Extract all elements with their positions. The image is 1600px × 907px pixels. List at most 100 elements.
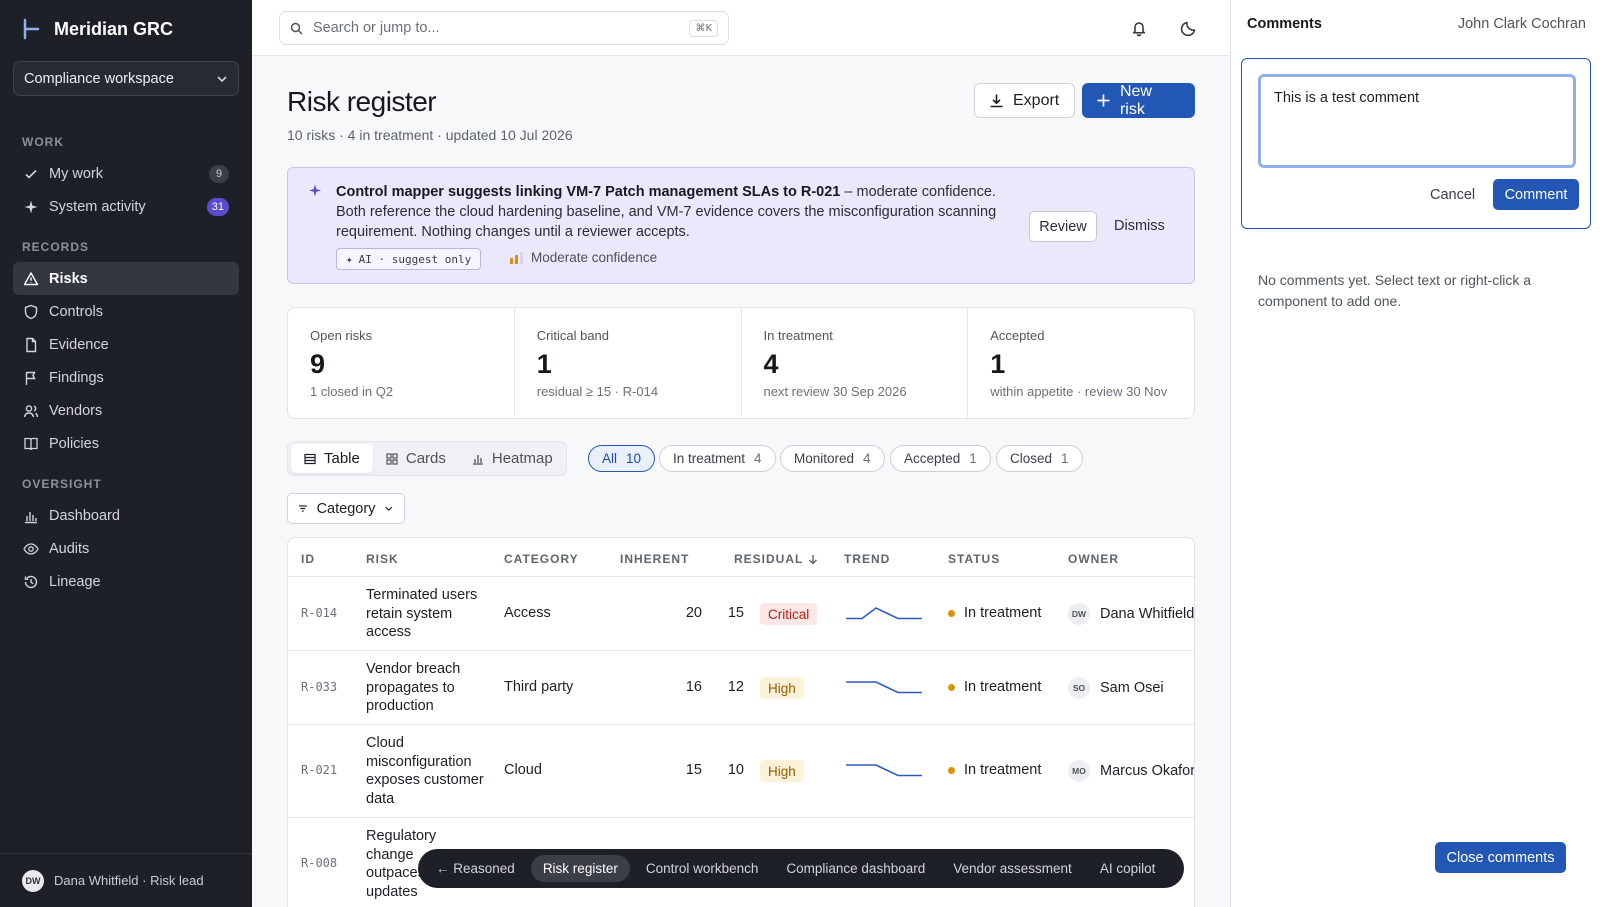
column-header-inherent[interactable]: INHERENT: [620, 552, 689, 566]
nav-vendor-assessment[interactable]: Vendor assessment: [941, 855, 1084, 882]
filter-monitored[interactable]: Monitored 4: [780, 445, 885, 472]
column-header-id[interactable]: ID: [301, 552, 315, 566]
sidebar-item-audits[interactable]: Audits: [13, 532, 239, 565]
table-row[interactable]: R-021 Cloud misconfiguration exposes cus…: [288, 724, 1194, 817]
status-indicator: In treatment: [948, 762, 1041, 778]
sidebar-item-policies[interactable]: Policies: [13, 427, 239, 460]
sidebar-item-controls[interactable]: Controls: [13, 295, 239, 328]
owner-name: Sam Osei: [1100, 680, 1164, 696]
view-switcher: Table Cards Heatmap: [287, 441, 567, 476]
filter-closed[interactable]: Closed 1: [996, 445, 1083, 472]
bell-icon[interactable]: [1130, 19, 1148, 37]
prototype-nav: ← Reasoned Risk register Control workben…: [418, 849, 1184, 888]
category-filter-label: Category: [316, 500, 376, 517]
export-button[interactable]: Export: [974, 83, 1075, 118]
owner: DW Dana Whitfield: [1068, 603, 1194, 625]
app-brand[interactable]: Meridian GRC: [22, 18, 173, 40]
download-icon: [990, 94, 1003, 108]
sidebar-item-findings[interactable]: Findings: [13, 361, 239, 394]
band-badge: High: [760, 760, 804, 782]
sidebar-item-label: My work: [49, 165, 103, 182]
trend-sparkline: [846, 764, 922, 777]
sidebar-item-system-activity[interactable]: System activity 31: [13, 190, 239, 223]
signal-bars-icon: [510, 251, 523, 264]
residual-score: 15: [727, 605, 744, 621]
column-header-status[interactable]: STATUS: [948, 552, 1000, 566]
filter-label: Accepted: [904, 451, 961, 466]
sparkle-icon: [309, 184, 321, 197]
risk-id: R-014: [301, 606, 338, 620]
current-user[interactable]: DW Dana Whitfield · Risk lead: [0, 853, 252, 907]
sidebar-item-dashboard[interactable]: Dashboard: [13, 499, 239, 532]
filter-accepted[interactable]: Accepted 1: [890, 445, 991, 472]
status-dot: [948, 609, 955, 617]
dismiss-button[interactable]: Dismiss: [1114, 218, 1165, 234]
nav-compliance-dashboard[interactable]: Compliance dashboard: [774, 855, 937, 882]
sparkle-icon: ✦: [346, 252, 353, 266]
stat-value: 1: [536, 349, 552, 379]
category-filter-button[interactable]: Category: [287, 493, 405, 524]
column-header-owner[interactable]: OWNER: [1068, 552, 1119, 566]
tab-cards[interactable]: Cards: [373, 444, 459, 473]
ai-headline-suffix: – moderate confidence.: [840, 184, 996, 200]
sidebar-item-risks[interactable]: Risks: [13, 262, 239, 295]
grid-icon: [386, 452, 398, 465]
chevron-down-icon: [385, 506, 393, 512]
comment-submit-button[interactable]: Comment: [1493, 179, 1579, 210]
tab-table[interactable]: Table: [291, 444, 373, 473]
nav-control-workbench[interactable]: Control workbench: [634, 855, 771, 882]
comment-textarea[interactable]: This is a test comment: [1258, 74, 1576, 168]
nav-back[interactable]: ← Reasoned: [424, 855, 527, 882]
avatar: DW: [1068, 603, 1090, 625]
owner: SO Sam Osei: [1068, 677, 1164, 699]
count-badge: 9: [209, 164, 229, 183]
status-dot: [948, 766, 955, 774]
risk-id: R-033: [301, 680, 338, 694]
review-button[interactable]: Review: [1029, 211, 1097, 242]
column-header-category[interactable]: CATEGORY: [504, 552, 579, 566]
sidebar-item-lineage[interactable]: Lineage: [13, 565, 239, 598]
bar-chart-icon: [472, 454, 483, 465]
risk-id: R-021: [301, 763, 338, 777]
new-risk-button[interactable]: New risk: [1082, 83, 1195, 118]
export-label: Export: [1013, 91, 1060, 109]
filter-count: 4: [754, 451, 762, 466]
eye-icon: [23, 542, 39, 555]
column-header-risk[interactable]: RISK: [366, 552, 399, 566]
stat-accepted: Accepted 1 within appetite · review 30 N…: [968, 308, 1194, 418]
filter-all[interactable]: All 10: [588, 445, 656, 472]
column-header-residual[interactable]: RESIDUAL: [734, 552, 818, 566]
nav-risk-register[interactable]: Risk register: [530, 855, 630, 882]
nav-ai-copilot[interactable]: AI copilot: [1088, 855, 1168, 882]
users-icon: [23, 404, 39, 417]
filter-in-treatment[interactable]: In treatment 4: [659, 445, 776, 472]
section-records: RECORDS: [22, 240, 90, 254]
trend-sparkline: [846, 681, 922, 694]
band-badge: Critical: [760, 603, 818, 625]
sidebar-item-my-work[interactable]: My work 9: [13, 157, 239, 190]
check-icon: [25, 169, 37, 179]
close-comments-button[interactable]: Close comments: [1435, 842, 1566, 873]
tab-label: Table: [324, 450, 360, 467]
comment-author: John Clark Cochran: [1457, 16, 1586, 32]
ai-suggestion-banner: Control mapper suggests linking VM-7 Pat…: [287, 167, 1195, 284]
moon-icon[interactable]: [1180, 19, 1198, 37]
inherent-score: 15: [685, 762, 702, 778]
ai-suggestion-text: Control mapper suggests linking VM-7 Pat…: [336, 182, 1006, 242]
table-row[interactable]: R-033 Vendor breach propagates to produc…: [288, 650, 1194, 724]
sidebar-item-label: Evidence: [49, 336, 109, 353]
table-row[interactable]: R-014 Terminated users retain system acc…: [288, 576, 1194, 650]
workspace-select[interactable]: Compliance workspace: [13, 61, 239, 96]
section-work: WORK: [22, 135, 64, 149]
column-header-trend: TREND: [844, 552, 891, 566]
sidebar-item-evidence[interactable]: Evidence: [13, 328, 239, 361]
search-input[interactable]: Search or jump to... ⌘K: [279, 11, 729, 45]
page-subtitle: 10 risks · 4 in treatment · updated 10 J…: [287, 127, 573, 143]
stat-sub: residual ≥ 15 · R-014: [536, 384, 659, 399]
tab-heatmap[interactable]: Heatmap: [459, 444, 566, 473]
cancel-button[interactable]: Cancel: [1430, 187, 1475, 203]
sidebar-item-vendors[interactable]: Vendors: [13, 394, 239, 427]
sidebar: Meridian GRC Compliance workspace WORK M…: [0, 0, 252, 907]
stats-row: Open risks 9 1 closed in Q2 Critical ban…: [287, 307, 1195, 419]
owner-name: Dana Whitfield: [1100, 606, 1195, 622]
